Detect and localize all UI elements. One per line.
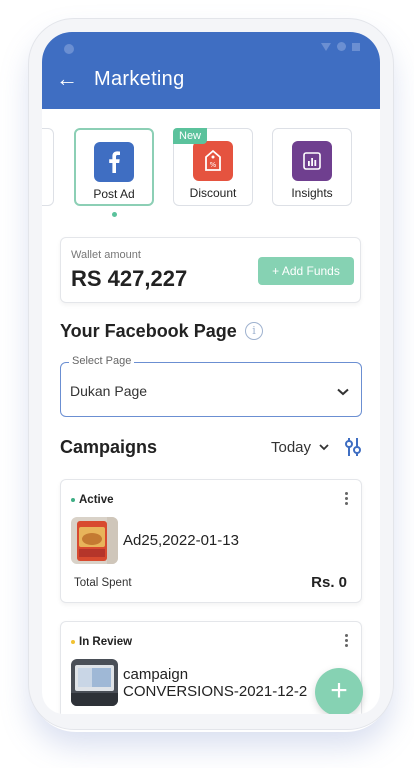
page-title: Marketing [94, 68, 185, 90]
select-legend: Select Page [69, 355, 135, 367]
add-campaign-fab[interactable]: + [315, 668, 363, 714]
campaign-status: In Review [71, 636, 132, 648]
page-select[interactable]: Select Page Dukan Page [60, 355, 362, 417]
app-bar: ← Marketing [42, 32, 380, 109]
campaign-name: campaign CONVERSIONS-2021-12-2 [123, 666, 307, 700]
status-dot [71, 640, 75, 644]
add-funds-button[interactable]: + Add Funds [258, 257, 354, 285]
total-spent-label: Total Spent [74, 577, 132, 589]
status-dot [71, 498, 75, 502]
status-icons [321, 42, 360, 51]
tile-label: Post Ad [93, 187, 135, 201]
insights-chart-icon [292, 141, 332, 181]
battery-icon [352, 42, 360, 51]
more-options-icon[interactable] [345, 634, 349, 647]
chevron-down-icon [319, 444, 329, 451]
signal-icon [321, 42, 331, 51]
new-badge: New [173, 128, 208, 144]
total-spent-value: Rs. 0 [311, 574, 347, 591]
filter-sliders-icon[interactable] [344, 436, 362, 463]
wallet-amount: RS 427,227 [71, 266, 188, 291]
tile-post-ad[interactable]: Post Ad [74, 128, 154, 206]
info-icon[interactable]: i [245, 322, 263, 340]
campaigns-heading: Campaigns [60, 437, 158, 457]
chevron-down-icon [337, 383, 349, 401]
more-options-icon[interactable] [345, 492, 349, 505]
tile-label: Insights [291, 186, 333, 200]
campaign-name-line-2: CONVERSIONS-2021-12-2 [123, 683, 308, 700]
wifi-icon [337, 42, 346, 51]
tile-discount[interactable]: % New Discount [173, 128, 253, 206]
tile-label: Discount [189, 186, 237, 200]
status-label: Active [79, 494, 114, 506]
wallet-label: Wallet amount [71, 249, 141, 261]
camera-dot [64, 44, 74, 54]
app-screen: ← Marketing Post Ad % New Discount Insig… [42, 32, 380, 714]
marketing-tiles: Post Ad % New Discount Insights [42, 128, 380, 217]
facebook-page-heading: Your Facebook Page [60, 321, 237, 341]
campaign-thumbnail [71, 659, 118, 706]
campaign-name: Ad25,2022-01-13 [123, 532, 239, 549]
svg-text:%: % [210, 161, 217, 169]
status-label: In Review [79, 636, 133, 648]
tile-insights[interactable]: Insights [272, 128, 352, 206]
select-value: Dukan Page [70, 383, 148, 399]
tile-previous[interactable] [42, 128, 54, 206]
back-arrow-icon[interactable]: ← [56, 67, 78, 91]
campaign-thumbnail [71, 517, 118, 564]
carousel-indicator [112, 212, 117, 217]
discount-tag-icon: % [193, 141, 233, 181]
campaign-status: Active [71, 494, 114, 506]
date-filter-label: Today [271, 439, 312, 456]
date-filter-dropdown[interactable]: Today [271, 439, 329, 456]
campaign-name-line-1: campaign [123, 666, 189, 683]
wallet-card: Wallet amount RS 427,227 + Add Funds [60, 237, 361, 303]
campaign-card[interactable]: Active Ad25,2022-01-13 Total Spent Rs. 0 [60, 479, 362, 603]
facebook-icon [94, 142, 134, 182]
